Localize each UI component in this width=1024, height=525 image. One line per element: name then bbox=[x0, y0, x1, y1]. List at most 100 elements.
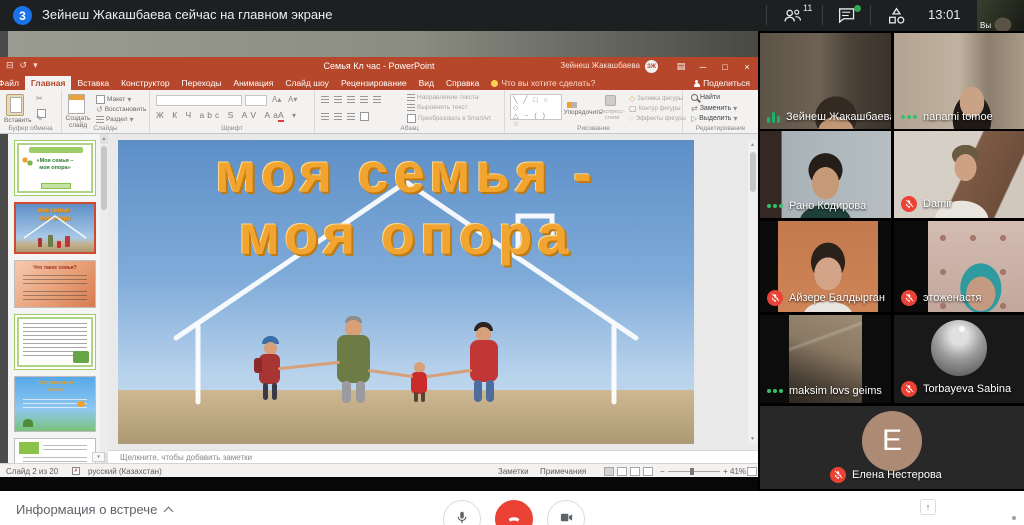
layout-button[interactable]: Макет▾ bbox=[96, 95, 131, 104]
shape-fill-button[interactable]: ◇Заливка фигуры bbox=[629, 94, 683, 103]
chat-icon[interactable] bbox=[838, 7, 858, 24]
ppt-status-bar: Слайд 2 из 20 ✗ русский (Казахстан) Заме… bbox=[0, 463, 758, 477]
new-slide-icon[interactable] bbox=[68, 94, 85, 114]
scroll-up-icon[interactable]: ▲ bbox=[748, 140, 757, 150]
participant-tile[interactable]: nanami tomoe bbox=[894, 33, 1024, 129]
tell-me-box[interactable]: Что вы хотите сделать? bbox=[485, 76, 601, 90]
paste-label[interactable]: Вставить bbox=[4, 117, 32, 124]
tab-design[interactable]: Конструктор bbox=[115, 76, 175, 90]
share-button[interactable]: Поделиться bbox=[685, 76, 758, 90]
slide-thumbnail-1[interactable]: «Моя семья –моя опора» bbox=[14, 140, 96, 196]
participants-panel: Зейнеш Жакашбаева nanami tomoe Рано Коди… bbox=[758, 31, 1024, 491]
arrange-label[interactable]: Упорядочить bbox=[563, 110, 603, 117]
slide-scrollbar[interactable]: ▲ ▼ bbox=[748, 140, 757, 444]
tab-slideshow[interactable]: Слайд шоу bbox=[279, 76, 335, 90]
replace-button[interactable]: ⇄Заменить▾ bbox=[691, 104, 737, 113]
fit-slide-icon[interactable] bbox=[747, 467, 757, 476]
notes-pane[interactable]: Щелкните, чтобы добавить заметки bbox=[108, 450, 758, 463]
clock: 13:01 bbox=[928, 7, 961, 22]
find-button[interactable]: Найти bbox=[691, 94, 720, 101]
zoom-level[interactable]: 41% bbox=[730, 467, 746, 476]
zoom-slider-thumb[interactable] bbox=[690, 468, 694, 475]
text-direction-button[interactable]: Направление текста bbox=[407, 94, 479, 101]
slide-thumbnail-4[interactable] bbox=[14, 314, 96, 370]
comments-toggle[interactable]: Примечания bbox=[540, 467, 586, 476]
spellcheck-icon[interactable]: ✗ bbox=[72, 467, 80, 475]
minimize-icon[interactable]: ─ bbox=[692, 57, 714, 76]
ppt-account-name: Зейнеш Жакашбаева bbox=[560, 61, 640, 70]
section-button[interactable]: Раздел▾ bbox=[96, 115, 134, 124]
zoom-out-icon[interactable]: − bbox=[660, 467, 665, 476]
tab-home[interactable]: Главная bbox=[25, 76, 72, 90]
align-buttons[interactable] bbox=[321, 112, 369, 121]
tab-help[interactable]: Справка bbox=[440, 76, 485, 90]
shrink-font-icon[interactable]: А▾ bbox=[288, 95, 297, 104]
list-buttons[interactable] bbox=[321, 96, 381, 103]
tab-transitions[interactable]: Переходы bbox=[176, 76, 228, 90]
font-more-icon[interactable]: ▾ bbox=[292, 111, 296, 120]
tab-file[interactable]: Файл bbox=[0, 76, 25, 90]
tab-insert[interactable]: Вставка bbox=[71, 76, 115, 90]
participant-tile[interactable]: Рано Кодирова bbox=[760, 131, 891, 218]
shape-outline-button[interactable]: ▢Контур фигуры bbox=[629, 104, 681, 113]
participant-name: nanami tomoe bbox=[923, 111, 993, 123]
participants-icon[interactable] bbox=[783, 7, 803, 24]
quick-styles-icon[interactable] bbox=[605, 95, 616, 106]
ribbon-display-icon[interactable]: ▤ bbox=[670, 57, 692, 76]
shape-effects-button[interactable]: ◌Эффекты фигуры bbox=[629, 114, 686, 123]
quick-styles-label[interactable]: Экспресс-стили bbox=[599, 109, 625, 121]
slide-thumbnail-2-selected[interactable]: моя семья -моя опора bbox=[14, 202, 96, 254]
font-size-box[interactable] bbox=[245, 95, 267, 106]
format-painter-icon[interactable]: ✎ bbox=[36, 114, 43, 123]
self-view-tile[interactable]: Вы bbox=[977, 0, 1024, 31]
scroll-top-button[interactable]: ↑ bbox=[920, 499, 936, 515]
close-icon[interactable]: × bbox=[736, 57, 758, 76]
participant-tile[interactable]: maksim lovs geims bbox=[760, 315, 891, 403]
tab-animations[interactable]: Анимация bbox=[227, 76, 279, 90]
meeting-info-button[interactable]: Информация о встрече bbox=[16, 502, 172, 517]
reading-view-icon[interactable] bbox=[630, 467, 640, 476]
slide-canvas[interactable]: моя семья - моя опора bbox=[118, 140, 694, 444]
slide-thumbnail-3[interactable]: Что такое семья? bbox=[14, 260, 96, 308]
participant-tile[interactable]: E Елена Нестерова bbox=[760, 406, 1024, 489]
font-color-icon[interactable]: А bbox=[278, 110, 284, 122]
slideshow-view-icon[interactable] bbox=[643, 467, 653, 476]
maximize-icon[interactable]: □ bbox=[714, 57, 736, 76]
avatar-highlight bbox=[959, 326, 965, 332]
scroll-up-icon[interactable]: ▲ bbox=[100, 134, 108, 144]
participant-name: Рано Кодирова bbox=[789, 200, 866, 212]
tab-review[interactable]: Рецензирование bbox=[335, 76, 413, 90]
sorter-view-icon[interactable] bbox=[617, 467, 627, 476]
participant-tile[interactable]: Torbayeva Sabina bbox=[894, 315, 1024, 403]
slide-thumbnail-6[interactable] bbox=[14, 438, 96, 466]
notes-collapse-icon[interactable]: ▾ bbox=[92, 452, 105, 462]
font-style-buttons[interactable]: Ж К Ч abc S АV Аа bbox=[156, 110, 281, 120]
zoom-in-icon[interactable]: + bbox=[723, 467, 728, 476]
align-text-button[interactable]: Выровнять текст bbox=[407, 104, 468, 111]
grow-font-icon[interactable]: А▴ bbox=[272, 95, 281, 104]
reset-button[interactable]: ↺Восстановить bbox=[96, 105, 146, 114]
slide-thumbnail-5[interactable]: Пословицы осемье bbox=[14, 376, 96, 432]
cut-icon[interactable]: ✂ bbox=[36, 94, 43, 103]
language-indicator[interactable]: русский (Казахстан) bbox=[88, 467, 162, 476]
smartart-button[interactable]: Преобразовать в SmartArt bbox=[407, 114, 491, 123]
participant-tile[interactable]: Зейнеш Жакашбаева bbox=[760, 33, 891, 129]
participant-tile[interactable]: Айзере Балдырган bbox=[760, 221, 891, 312]
shapes-gallery[interactable]: ╲ ╱ □ ○ ◇ △ ~ ( ) ☆ bbox=[510, 94, 562, 120]
zoom-slider[interactable] bbox=[668, 471, 720, 472]
participant-tile[interactable]: Damir bbox=[894, 131, 1024, 218]
mic-on-icon bbox=[901, 115, 905, 119]
mic-off-icon bbox=[767, 290, 783, 306]
participant-tile[interactable]: этоженастя bbox=[894, 221, 1024, 312]
chat-unread-dot bbox=[854, 5, 861, 12]
thumbnail-scrollbar[interactable]: ▲ ▼ bbox=[100, 134, 108, 463]
font-name-box[interactable] bbox=[156, 95, 242, 106]
ppt-account-avatar[interactable]: ЗЖ bbox=[645, 60, 658, 73]
scroll-down-icon[interactable]: ▼ bbox=[748, 434, 757, 444]
notes-toggle[interactable]: Заметки bbox=[498, 467, 529, 476]
select-button[interactable]: ▷Выделить▾ bbox=[691, 114, 737, 123]
activities-icon[interactable] bbox=[887, 7, 907, 24]
tab-view[interactable]: Вид bbox=[413, 76, 440, 90]
normal-view-icon[interactable] bbox=[604, 467, 614, 476]
screen: 3 Зейнеш Жакашбаева сейчас на главном эк… bbox=[0, 0, 1024, 525]
